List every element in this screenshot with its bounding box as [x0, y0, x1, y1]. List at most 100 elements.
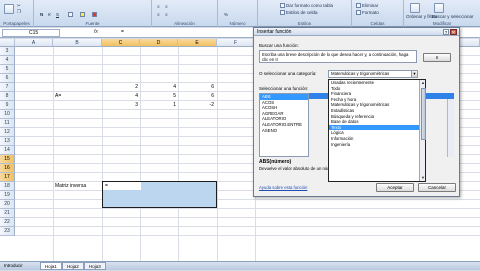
row-header-7[interactable]: 7	[0, 83, 15, 92]
col-header-b[interactable]: B	[53, 39, 102, 47]
matrix-label: A=	[55, 93, 62, 99]
chevron-down-icon[interactable]: ▼	[411, 71, 417, 77]
underline-button[interactable]: S	[56, 12, 59, 17]
row-header-9[interactable]: 9	[0, 101, 15, 110]
category-label: O seleccionar una categoría:	[259, 71, 317, 76]
align-center-icon[interactable]: ≡	[165, 12, 168, 17]
row-header-20[interactable]: 20	[0, 200, 15, 209]
col-header-f[interactable]: F	[217, 39, 255, 47]
row-header-14[interactable]: 14	[0, 146, 15, 155]
group-label-clipboard: Portapapeles	[3, 21, 30, 26]
col-header-a[interactable]: A	[15, 39, 53, 47]
row-header-23[interactable]: 23	[0, 227, 15, 236]
go-button[interactable]: Ir	[423, 53, 451, 62]
category-item[interactable]: Ingeniería	[329, 142, 425, 148]
format-table-button[interactable]: Dar formato como tabla	[280, 3, 333, 8]
insert-function-dialog: Insertar función ? ✕ Buscar una función:…	[253, 27, 460, 197]
cell-c9[interactable]: 3	[108, 101, 138, 110]
formula-input[interactable]: =	[121, 29, 124, 35]
row-header-12[interactable]: 12	[0, 128, 15, 137]
row-header-17[interactable]: 17	[0, 173, 15, 182]
category-dropdown-list[interactable]: Usadas recientemente Todo Financiera Fecha …	[328, 79, 426, 182]
function-list-scrollbar[interactable]	[447, 99, 454, 157]
sheet-tab-3[interactable]: Hoja3	[84, 262, 106, 270]
cancel-button[interactable]: Cancelar	[418, 183, 456, 192]
help-icon[interactable]: ?	[443, 29, 449, 35]
row-header-21[interactable]: 21	[0, 209, 15, 218]
function-label: Seleccionar una función:	[259, 86, 309, 91]
cell-d9[interactable]: 1	[146, 101, 176, 110]
row-header-18[interactable]: 18	[0, 182, 15, 191]
delete-button[interactable]: Eliminar	[356, 3, 378, 8]
function-signature: ABS(número)	[259, 159, 292, 165]
gridline	[15, 199, 480, 200]
gridline	[15, 217, 480, 218]
row-header-8[interactable]: 8	[0, 92, 15, 101]
gridline	[15, 226, 480, 227]
function-item[interactable]: ALEATORIO.ENTRE	[260, 122, 308, 128]
name-box[interactable]: C15	[2, 29, 60, 37]
fx-icon[interactable]: fx	[94, 29, 98, 35]
cell-e9[interactable]: -2	[184, 101, 214, 110]
group-label-styles: Estilos	[297, 21, 312, 26]
ok-button[interactable]: Aceptar	[376, 183, 414, 192]
col-header-c[interactable]: C	[102, 39, 140, 47]
paste-button[interactable]	[4, 4, 14, 14]
scroll-down-icon[interactable]: ▼	[420, 175, 426, 181]
sheet-tab-2[interactable]: Hoja2	[62, 262, 84, 270]
search-input[interactable]: Escriba una breve descripción de lo que …	[259, 50, 417, 63]
cell-d7[interactable]: 4	[146, 83, 176, 92]
row-header-10[interactable]: 10	[0, 110, 15, 119]
group-styles: Dar formato como tabla Estilos de celda …	[258, 0, 352, 27]
row-header-13[interactable]: 13	[0, 137, 15, 146]
row-header-16[interactable]: 16	[0, 164, 15, 173]
cell-styles-button[interactable]: Estilos de celda	[280, 10, 318, 15]
group-font: N K S Fuente	[34, 0, 152, 27]
row-header-19[interactable]: 19	[0, 191, 15, 200]
font-color-icon[interactable]	[92, 12, 97, 17]
scroll-thumb[interactable]	[420, 88, 426, 140]
category-scrollbar[interactable]: ▲ ▼	[419, 80, 426, 181]
cell-c7[interactable]: 2	[108, 83, 138, 92]
group-label-font: Fuente	[85, 21, 100, 26]
select-all-corner[interactable]	[0, 39, 15, 47]
find-select-icon[interactable]	[434, 3, 444, 13]
row-header-6[interactable]: 6	[0, 74, 15, 83]
sort-filter-icon[interactable]	[410, 3, 420, 13]
col-header-e[interactable]: E	[178, 39, 217, 47]
cell-e8[interactable]: 6	[184, 92, 214, 101]
row-header-5[interactable]: 5	[0, 65, 15, 74]
category-select[interactable]: Matemáticas y trigonométricas ▼	[328, 70, 418, 78]
borders-icon[interactable]	[68, 12, 73, 17]
cell-e7[interactable]: 6	[184, 83, 214, 92]
active-cell-c15[interactable]: =	[103, 182, 141, 190]
row-header-3[interactable]: 3	[0, 47, 15, 56]
copy-icon[interactable]: ❐	[17, 9, 21, 15]
function-list[interactable]: ABS ACOS ACOSH AGREGAR ALEATORIO ALEATORIO.EN…	[259, 93, 309, 157]
group-number: % Número	[218, 0, 258, 27]
find-select-button[interactable]: Buscar y seleccionar	[432, 14, 474, 19]
function-item[interactable]: ASENO	[260, 128, 308, 134]
fill-color-icon[interactable]	[80, 12, 85, 17]
sheet-tab-1[interactable]: Hoja1	[40, 262, 62, 270]
gridline	[15, 208, 480, 209]
help-link[interactable]: Ayuda sobre esta función	[259, 185, 307, 190]
scroll-up-icon[interactable]: ▲	[420, 80, 426, 86]
bold-button[interactable]: N	[40, 12, 43, 17]
align-middle-icon[interactable]: ≡	[165, 4, 168, 9]
group-alignment: ≡ ≡ ≡ ≡ Alineación	[152, 0, 218, 27]
italic-button[interactable]: K	[48, 12, 51, 17]
row-header-11[interactable]: 11	[0, 119, 15, 128]
gridline	[15, 235, 480, 236]
row-header-15[interactable]: 15	[0, 155, 15, 164]
align-top-icon[interactable]: ≡	[157, 4, 160, 9]
cell-d8[interactable]: 5	[146, 92, 176, 101]
close-icon[interactable]: ✕	[450, 29, 457, 36]
cell-c8[interactable]: 4	[108, 92, 138, 101]
col-header-d[interactable]: D	[140, 39, 178, 47]
row-header-22[interactable]: 22	[0, 218, 15, 227]
percent-button[interactable]: %	[224, 12, 228, 17]
align-left-icon[interactable]: ≡	[157, 12, 160, 17]
row-header-4[interactable]: 4	[0, 56, 15, 65]
format-button[interactable]: Formato	[356, 10, 379, 15]
